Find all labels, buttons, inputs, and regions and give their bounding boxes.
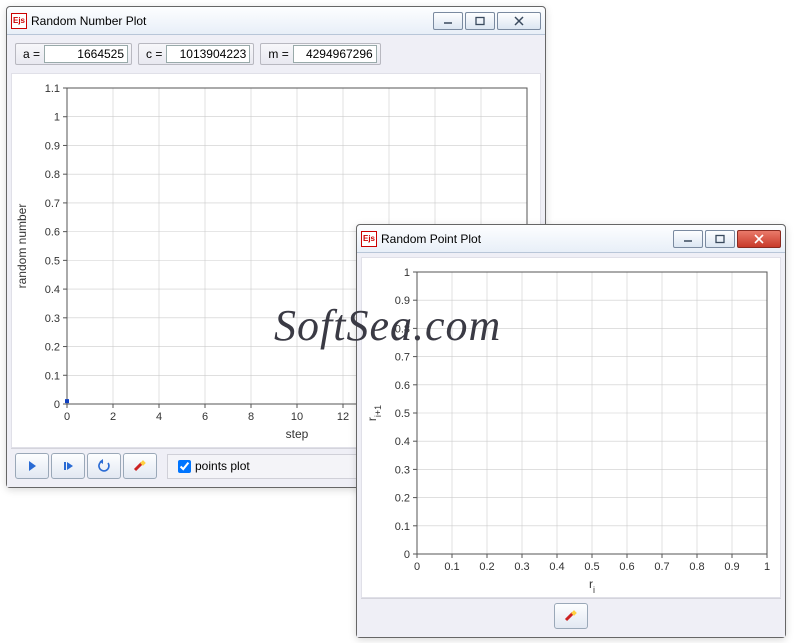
svg-text:0.9: 0.9 — [395, 295, 410, 307]
svg-text:step: step — [286, 427, 309, 441]
svg-text:0: 0 — [64, 411, 70, 423]
param-m-input[interactable] — [293, 45, 377, 63]
svg-text:0.7: 0.7 — [654, 561, 669, 573]
svg-text:0: 0 — [54, 399, 60, 411]
svg-text:1: 1 — [764, 561, 770, 573]
svg-text:6: 6 — [202, 411, 208, 423]
svg-text:0.1: 0.1 — [45, 370, 60, 382]
svg-text:0: 0 — [404, 549, 410, 561]
svg-text:0.8: 0.8 — [689, 561, 704, 573]
svg-text:1.1: 1.1 — [45, 83, 60, 95]
param-a: a = — [15, 43, 132, 65]
param-m: m = — [260, 43, 380, 65]
svg-text:ri+1: ri+1 — [365, 405, 383, 421]
svg-text:10: 10 — [291, 411, 303, 423]
close-button[interactable] — [497, 12, 541, 30]
svg-text:0.6: 0.6 — [395, 380, 410, 392]
maximize-button[interactable] — [705, 230, 735, 248]
svg-text:1: 1 — [404, 267, 410, 279]
svg-text:0.2: 0.2 — [45, 342, 60, 354]
chart-random-point: 0 0.1 0.2 0.3 0.4 0.5 0.6 0.7 0.8 0.9 1 0 0.1 0.2 0.3 0… — [361, 257, 781, 598]
svg-text:0.5: 0.5 — [45, 255, 60, 267]
app-icon: Ejs — [11, 13, 27, 29]
minimize-button[interactable] — [433, 12, 463, 30]
param-a-input[interactable] — [44, 45, 128, 63]
points-plot-checkbox[interactable] — [178, 460, 191, 473]
svg-text:0.4: 0.4 — [549, 561, 564, 573]
svg-text:0.5: 0.5 — [584, 561, 599, 573]
svg-text:0.3: 0.3 — [395, 464, 410, 476]
svg-text:0.8: 0.8 — [395, 323, 410, 335]
svg-text:0.6: 0.6 — [619, 561, 634, 573]
app-icon: Ejs — [361, 231, 377, 247]
svg-text:0: 0 — [414, 561, 420, 573]
window-random-point-plot: Ejs Random Point Plot 0 0.1 0.2 0.3 0.4 0.5 0.… — [356, 224, 786, 638]
svg-text:0.1: 0.1 — [444, 561, 459, 573]
svg-text:random number: random number — [15, 204, 29, 289]
tool-button[interactable] — [554, 603, 588, 629]
svg-text:0.7: 0.7 — [45, 198, 60, 210]
svg-text:0.3: 0.3 — [514, 561, 529, 573]
svg-text:0.5: 0.5 — [395, 408, 410, 420]
param-c-input[interactable] — [166, 45, 250, 63]
window-title: Random Number Plot — [31, 14, 146, 28]
svg-text:0.1: 0.1 — [395, 521, 410, 533]
svg-text:4: 4 — [156, 411, 162, 423]
titlebar[interactable]: Ejs Random Point Plot — [357, 225, 785, 253]
param-c-label: c = — [142, 47, 166, 61]
tool-button[interactable] — [123, 453, 157, 479]
svg-text:0.6: 0.6 — [45, 227, 60, 239]
titlebar[interactable]: Ejs Random Number Plot — [7, 7, 545, 35]
step-button[interactable] — [51, 453, 85, 479]
param-a-label: a = — [19, 47, 44, 61]
svg-text:0.7: 0.7 — [395, 352, 410, 364]
window-title: Random Point Plot — [381, 232, 481, 246]
svg-text:0.4: 0.4 — [395, 436, 410, 448]
toolbar — [361, 598, 781, 633]
points-plot-label: points plot — [195, 459, 250, 473]
svg-text:0.9: 0.9 — [724, 561, 739, 573]
svg-text:ri: ri — [589, 577, 595, 594]
svg-text:0.4: 0.4 — [45, 284, 60, 296]
svg-text:1: 1 — [54, 112, 60, 124]
maximize-button[interactable] — [465, 12, 495, 30]
close-button[interactable] — [737, 230, 781, 248]
svg-text:2: 2 — [110, 411, 116, 423]
svg-text:0.9: 0.9 — [45, 140, 60, 152]
svg-text:8: 8 — [248, 411, 254, 423]
play-button[interactable] — [15, 453, 49, 479]
param-c: c = — [138, 43, 254, 65]
param-m-label: m = — [264, 47, 292, 61]
svg-text:12: 12 — [337, 411, 349, 423]
param-row: a = c = m = — [11, 39, 541, 69]
svg-text:0.3: 0.3 — [45, 313, 60, 325]
reset-button[interactable] — [87, 453, 121, 479]
minimize-button[interactable] — [673, 230, 703, 248]
svg-text:0.2: 0.2 — [395, 493, 410, 505]
svg-text:0.2: 0.2 — [479, 561, 494, 573]
svg-text:0.8: 0.8 — [45, 169, 60, 181]
